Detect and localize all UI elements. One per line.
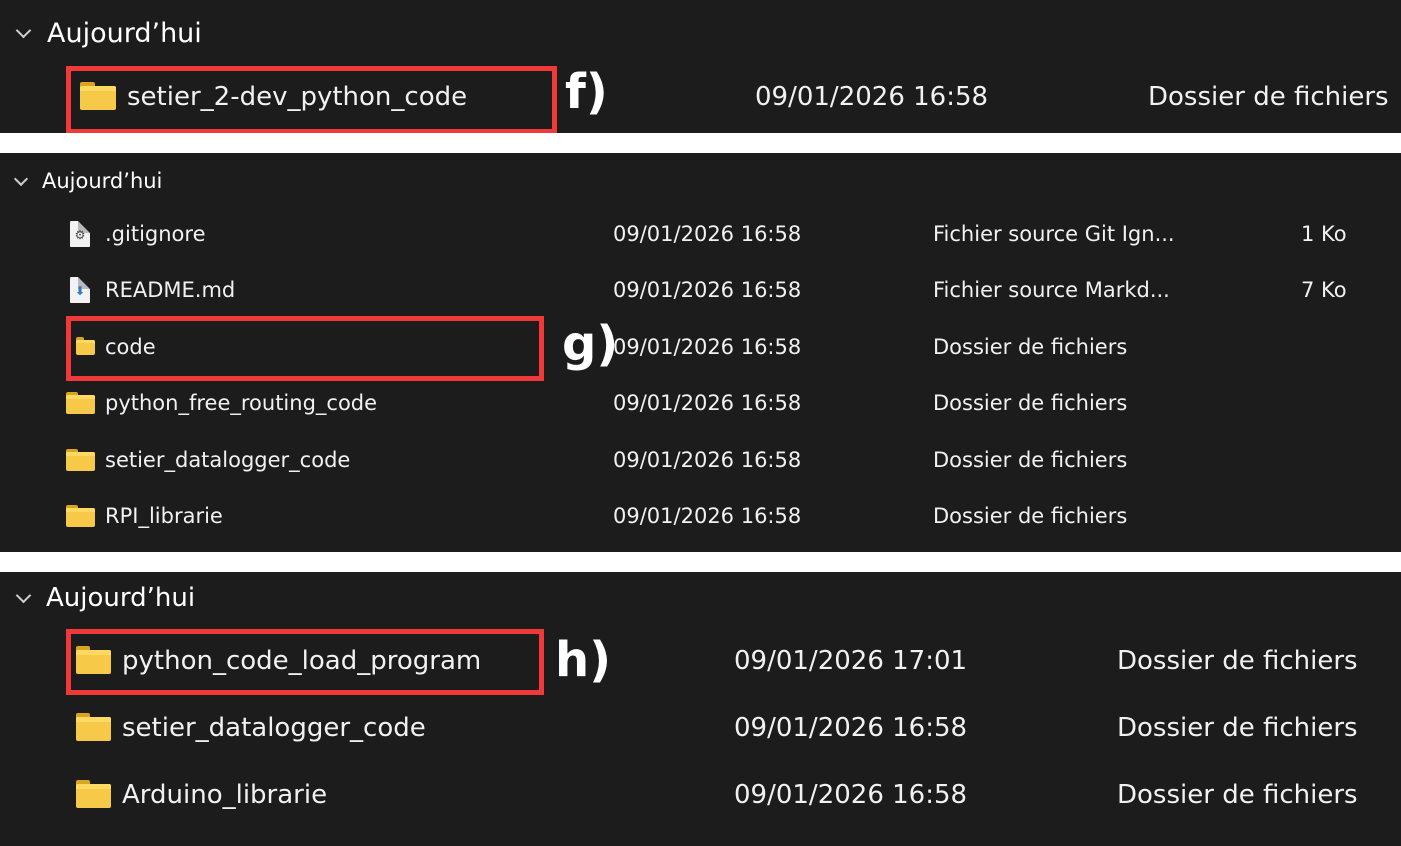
list-item-file[interactable]: ⚙ .gitignore 09/01/2026 16:58 Fichier so…: [0, 215, 1401, 255]
markdown-file-icon: ⬇: [70, 277, 90, 303]
item-name: README.md: [105, 278, 236, 302]
group-label: Aujourd’hui: [47, 17, 202, 49]
folder-icon: [76, 780, 111, 808]
annotation-label: g): [562, 316, 619, 372]
item-date-modified: 09/01/2026 16:58: [613, 448, 802, 472]
item-name: setier_datalogger_code: [122, 713, 426, 743]
chevron-down-icon: [13, 171, 29, 186]
item-size: 7 Ko: [1301, 278, 1347, 302]
item-type: Dossier de fichiers: [933, 335, 1128, 359]
group-header-today[interactable]: Aujourd’hui: [15, 14, 202, 52]
item-type: Fichier source Git Ign...: [933, 222, 1175, 246]
item-type: Dossier de fichiers: [933, 448, 1128, 472]
highlight-box: [66, 316, 544, 381]
list-item-folder[interactable]: setier_datalogger_code 09/01/2026 16:58 …: [0, 441, 1401, 481]
annotation-label: f): [565, 64, 608, 120]
group-label: Aujourd’hui: [42, 169, 163, 193]
item-date-modified: 09/01/2026 16:58: [613, 504, 802, 528]
explorer-panel-h: Aujourd’hui python_code_load_program 09/…: [0, 572, 1401, 846]
list-item-folder[interactable]: Arduino_librarie 09/01/2026 16:58 Dossie…: [0, 772, 1401, 820]
item-date-modified: 09/01/2026 16:58: [613, 335, 802, 359]
item-type: Dossier de fichiers: [1148, 82, 1389, 112]
chevron-down-icon: [15, 22, 32, 38]
group-label: Aujourd’hui: [46, 583, 196, 613]
list-item-file[interactable]: ⬇ README.md 09/01/2026 16:58 Fichier sou…: [0, 271, 1401, 311]
item-date-modified: 09/01/2026 16:58: [613, 222, 802, 246]
item-name: Arduino_librarie: [122, 780, 328, 810]
item-type: Dossier de fichiers: [933, 504, 1128, 528]
highlight-box: [66, 66, 557, 133]
gear-file-icon: ⚙: [70, 221, 90, 247]
item-type: Dossier de fichiers: [1117, 646, 1358, 676]
item-type: Fichier source Markd...: [933, 278, 1170, 302]
item-type: Dossier de fichiers: [933, 391, 1128, 415]
chevron-down-icon: [15, 587, 32, 603]
item-date-modified: 09/01/2026 16:58: [613, 391, 802, 415]
item-name: python_free_routing_code: [105, 391, 378, 415]
group-header-today[interactable]: Aujourd’hui: [13, 165, 163, 197]
item-date-modified: 09/01/2026 17:01: [734, 646, 968, 676]
item-date-modified: 09/01/2026 16:58: [613, 278, 802, 302]
item-size: 1 Ko: [1301, 222, 1347, 246]
folder-icon: [66, 505, 95, 527]
folder-icon: [66, 392, 95, 414]
folder-icon: [76, 713, 111, 741]
folder-icon: [66, 449, 95, 471]
highlight-box: [66, 629, 544, 695]
item-date-modified: 09/01/2026 16:58: [734, 713, 968, 743]
list-item-folder[interactable]: setier_datalogger_code 09/01/2026 16:58 …: [0, 705, 1401, 753]
list-item-folder[interactable]: RPI_librarie 09/01/2026 16:58 Dossier de…: [0, 497, 1401, 537]
annotation-label: h): [555, 632, 612, 688]
explorer-panel-f: Aujourd’hui setier_2-dev_python_code 09/…: [0, 0, 1401, 133]
item-name: setier_datalogger_code: [105, 448, 351, 472]
item-name: RPI_librarie: [105, 504, 223, 528]
explorer-panel-g: Aujourd’hui ⚙ .gitignore 09/01/2026 16:5…: [0, 153, 1401, 552]
item-type: Dossier de fichiers: [1117, 780, 1358, 810]
item-name: .gitignore: [105, 222, 206, 246]
item-type: Dossier de fichiers: [1117, 713, 1358, 743]
item-date-modified: 09/01/2026 16:58: [734, 780, 968, 810]
item-date-modified: 09/01/2026 16:58: [755, 82, 989, 112]
list-item-folder[interactable]: python_free_routing_code 09/01/2026 16:5…: [0, 384, 1401, 424]
group-header-today[interactable]: Aujourd’hui: [15, 580, 196, 616]
